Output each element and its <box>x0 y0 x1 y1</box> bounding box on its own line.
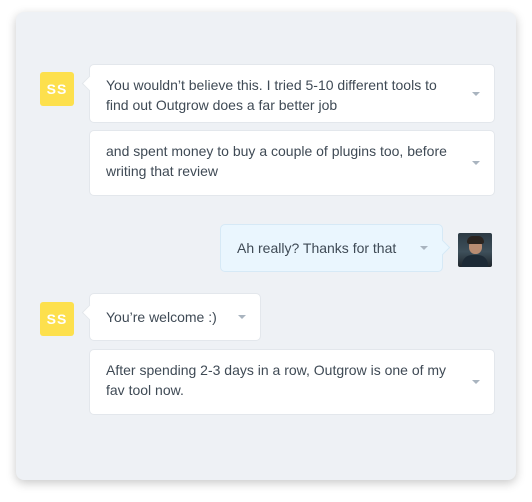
message-bubble-2: and spent money to buy a couple of plugi… <box>89 130 495 196</box>
message-text: You’re welcome :) <box>106 309 217 325</box>
avatar-ss: SS <box>40 72 74 106</box>
message-bubble-5: After spending 2-3 days in a row, Outgro… <box>89 349 495 415</box>
message-text: Ah really? Thanks for that <box>237 240 397 256</box>
photo-shirt <box>462 255 488 267</box>
message-bubble-3: Ah really? Thanks for that <box>220 224 451 272</box>
message-bubble-4: You’re welcome :) <box>81 293 261 341</box>
chevron-down-icon[interactable] <box>472 161 480 165</box>
message-text: and spent money to buy a couple of plugi… <box>106 143 447 179</box>
photo-hair <box>467 236 484 244</box>
chevron-down-icon[interactable] <box>472 91 480 96</box>
chevron-down-icon[interactable] <box>420 246 428 250</box>
bubble-tail <box>81 75 98 92</box>
avatar-ss: SS <box>40 302 74 336</box>
message-text: You wouldn’t believe this. I tried 5-10 … <box>106 77 437 113</box>
message-bubble-1: You wouldn’t believe this. I tried 5-10 … <box>81 64 495 123</box>
user-avatar-photo <box>458 233 492 267</box>
chat-panel: SS You wouldn’t believe this. I tried 5-… <box>16 12 516 480</box>
message-text: After spending 2-3 days in a row, Outgro… <box>106 362 447 398</box>
bubble-tail <box>81 304 98 321</box>
bubble-tail <box>434 239 451 256</box>
chevron-down-icon[interactable] <box>472 380 480 384</box>
chevron-down-icon[interactable] <box>238 315 246 319</box>
